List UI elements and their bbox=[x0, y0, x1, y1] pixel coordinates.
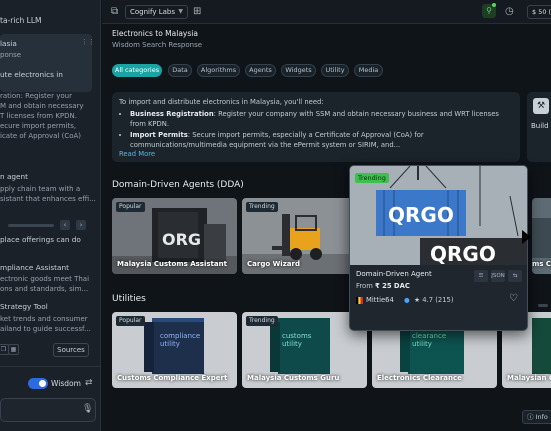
carousel-prev-button[interactable]: ‹ bbox=[60, 220, 70, 230]
conversation-title[interactable]: n agent bbox=[0, 172, 28, 181]
chip-utility[interactable]: Utility bbox=[321, 64, 349, 77]
carousel-scrollbar[interactable] bbox=[538, 304, 548, 307]
wisdom-label: Wisdom bbox=[51, 379, 81, 388]
creator-name[interactable]: Mittie64 bbox=[366, 296, 394, 304]
list-item: Import Permits: Secure import permits, e… bbox=[130, 130, 514, 150]
utilities-section-title: Utilities bbox=[112, 294, 146, 304]
timer-icon[interactable]: ◷ bbox=[505, 6, 514, 17]
card-name: Malaysian C bbox=[507, 374, 551, 382]
utility-card[interactable]: compliance utility Popular Customs Compl… bbox=[112, 312, 237, 388]
page-subtitle: Wisdom Search Response bbox=[112, 41, 203, 49]
conversation-preview: M and obtain necessary bbox=[0, 102, 84, 110]
conversation-preview: ponse bbox=[0, 51, 22, 59]
card-name: Malaysia Customs Assistant bbox=[117, 260, 227, 268]
info-button[interactable]: ⓘ Info bbox=[522, 410, 551, 424]
conversation-preview: T licenses from KPDN. bbox=[0, 112, 77, 120]
wallet-balance[interactable]: $ 50 ( bbox=[527, 5, 551, 19]
box-label: customs utility bbox=[282, 332, 312, 348]
calendar-icon[interactable]: ▦ bbox=[8, 344, 19, 355]
build-card-label: Build y bbox=[531, 122, 551, 130]
organization-select[interactable]: Cognify Labs ▼ bbox=[125, 5, 188, 19]
conversation-title[interactable]: Strategy Tool bbox=[0, 302, 48, 311]
verified-icon: ● bbox=[404, 296, 410, 304]
trending-badge: Trending bbox=[246, 316, 278, 326]
build-card[interactable]: ⚒ Build y bbox=[527, 92, 551, 162]
chip-data[interactable]: Data bbox=[168, 64, 192, 77]
drag-handle-icon[interactable]: ⋮⋮ bbox=[81, 39, 95, 50]
cursor-icon bbox=[522, 230, 531, 244]
chip-algorithms[interactable]: Algorithms bbox=[197, 64, 240, 77]
agent-card[interactable]: ORG Popular Malaysia Customs Assistant bbox=[112, 198, 237, 274]
card-name: Customs Compliance Expert bbox=[117, 374, 228, 382]
conversation-preview: ectronic goods meet Thai bbox=[0, 275, 90, 283]
conversation-title[interactable]: place offerings can do bbox=[0, 235, 81, 244]
heart-icon[interactable]: ♡ bbox=[509, 293, 518, 304]
agent-card-partial[interactable]: ms Co bbox=[532, 198, 551, 274]
trending-badge: Trending bbox=[246, 202, 278, 212]
agent-type: Domain-Driven Agent bbox=[356, 270, 432, 278]
json-button[interactable]: JSON bbox=[491, 270, 505, 282]
carousel-next-button[interactable]: › bbox=[76, 220, 86, 230]
card-name: Cargo Wizard bbox=[247, 260, 300, 268]
conversation-panel: ta-rich LLM ⋮⋮ lasia ponse ute electroni… bbox=[0, 0, 101, 431]
popular-badge: Popular bbox=[116, 316, 145, 326]
dda-section-title: Domain-Driven Agents (DDA) bbox=[112, 180, 244, 190]
trending-badge: Trending bbox=[355, 173, 389, 183]
chip-all-categories[interactable]: All categories bbox=[112, 64, 162, 77]
conversation-preview: ecure import permits, bbox=[0, 122, 77, 130]
svg-text:QRGO: QRGO bbox=[388, 203, 454, 227]
chip-widgets[interactable]: Widgets bbox=[281, 64, 316, 77]
swap-icon[interactable]: ⇄ bbox=[85, 378, 93, 388]
conversation-title[interactable]: mpliance Assistant bbox=[0, 263, 69, 272]
microphone-icon[interactable]: 🎙 bbox=[82, 404, 93, 414]
panel-header: ta-rich LLM bbox=[0, 16, 42, 25]
conversation-preview: pply chain team with a bbox=[0, 185, 81, 193]
response-intro: To import and distribute electronics in … bbox=[119, 98, 324, 106]
card-name: ms Co bbox=[532, 260, 551, 268]
conversation-preview: icate of Approval (CoA) bbox=[0, 132, 82, 140]
divider bbox=[0, 366, 100, 367]
organization-name: Cognify Labs bbox=[130, 8, 175, 16]
agent-card[interactable]: Trending Cargo Wizard bbox=[242, 198, 352, 274]
layout-icon[interactable]: ⧉ bbox=[111, 6, 118, 17]
sources-button[interactable]: Sources bbox=[53, 343, 89, 357]
wisdom-toggle[interactable] bbox=[28, 378, 48, 389]
chevron-down-icon: ▼ bbox=[178, 8, 183, 15]
belgium-flag-icon bbox=[356, 297, 363, 304]
conversation-title[interactable]: lasia bbox=[0, 39, 17, 48]
conversation-title[interactable]: ute electronics in bbox=[0, 70, 63, 79]
chip-agents[interactable]: Agents bbox=[245, 64, 276, 77]
svg-text:QRGO: QRGO bbox=[430, 242, 496, 265]
response-card: To import and distribute electronics in … bbox=[112, 92, 520, 162]
carousel-scrollbar[interactable] bbox=[8, 224, 54, 227]
svg-text:ORG: ORG bbox=[162, 230, 201, 249]
hammer-icon: ⚒ bbox=[533, 98, 549, 114]
popular-badge: Popular bbox=[116, 202, 145, 212]
agent-hover-card[interactable]: QRGO QRGO Trending Domain-Driven Agent ☰… bbox=[349, 165, 528, 331]
chip-media[interactable]: Media bbox=[354, 64, 383, 77]
details-icon[interactable]: ☰ bbox=[474, 270, 488, 282]
box-label: compliance utility bbox=[160, 332, 201, 348]
conversation-preview: ailand to guide successf... bbox=[0, 325, 91, 333]
compare-icon[interactable]: ⇆ bbox=[508, 270, 522, 282]
info-icon: ⓘ bbox=[527, 413, 536, 421]
conversation-preview: ons and standards, sim... bbox=[0, 285, 89, 293]
conversation-preview: sistant that enhances effi... bbox=[0, 195, 96, 203]
page-title: Electronics to Malaysia bbox=[112, 29, 198, 38]
rating: ★ 4.7 (215) bbox=[414, 296, 454, 304]
list-item: Business Registration: Register your com… bbox=[130, 109, 514, 129]
read-more-link[interactable]: Read More bbox=[119, 150, 155, 158]
price: From ₹ 25 DAC bbox=[356, 282, 410, 290]
box-label: clearance utility bbox=[412, 332, 447, 348]
response-list: Business Registration: Register your com… bbox=[130, 109, 514, 151]
conversation-preview: ket trends and consumer bbox=[0, 315, 88, 323]
card-name: Electronics Clearance bbox=[377, 374, 462, 382]
conversation-preview: ration: Register your bbox=[0, 92, 72, 100]
notification-dot bbox=[492, 3, 496, 7]
card-name: Malaysia Customs Guru bbox=[247, 374, 340, 382]
grid-icon[interactable]: ⊞ bbox=[193, 6, 201, 17]
